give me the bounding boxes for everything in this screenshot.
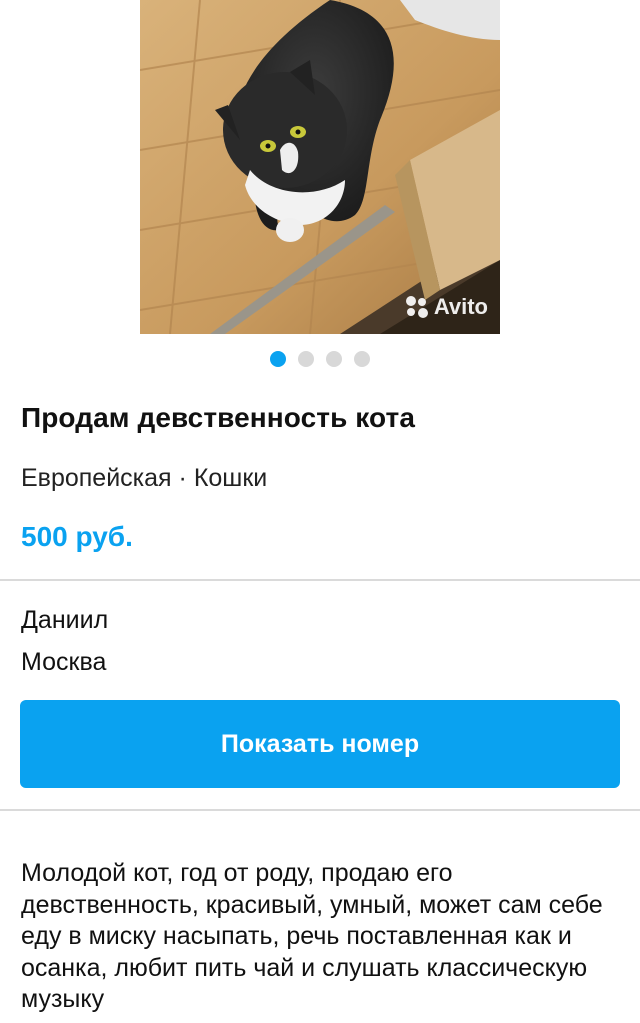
listing-photo[interactable]: Avito <box>140 0 500 334</box>
listing-description: Молодой кот, год от роду, продаю его дев… <box>21 859 603 1013</box>
show-phone-button[interactable]: Показать номер <box>20 700 620 788</box>
avito-logo-icon <box>405 296 428 318</box>
pager-dot-1[interactable] <box>270 351 286 367</box>
pager-dot-4[interactable] <box>354 351 370 367</box>
watermark-text: Avito <box>433 294 488 319</box>
listing-category: Европейская · Кошки <box>21 464 268 492</box>
listing-title: Продам девственность кота <box>21 402 416 433</box>
seller-city: Москва <box>21 648 107 676</box>
avito-watermark: Avito <box>405 294 488 320</box>
divider <box>0 579 640 581</box>
pager-dot-3[interactable] <box>326 351 342 367</box>
seller-name[interactable]: Даниил <box>21 606 108 635</box>
pager-dot-2[interactable] <box>298 351 314 367</box>
photo-pager <box>0 351 640 367</box>
listing-price: 500 руб. <box>21 521 133 552</box>
cat-photo-image <box>140 0 500 334</box>
divider <box>0 809 640 811</box>
listing-page: Avito Продам девственность кота Европейс… <box>0 0 640 1023</box>
